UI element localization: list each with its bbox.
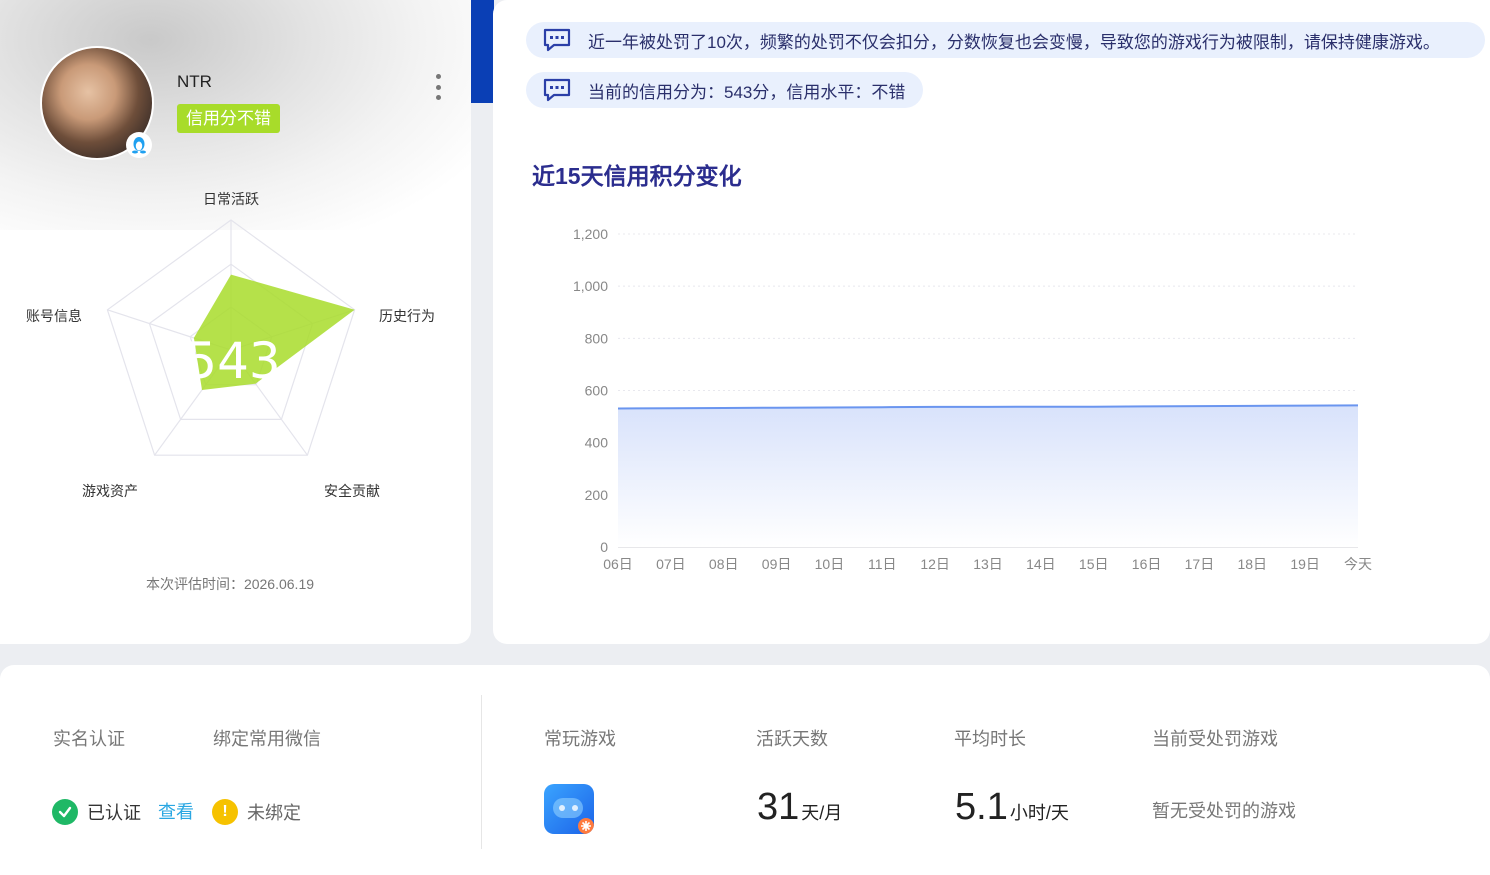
active-days-number: 31 [757, 786, 800, 828]
check-icon [52, 799, 78, 825]
avg-time-number: 5.1 [955, 786, 1008, 828]
more-dot-icon [435, 84, 441, 90]
active-days-label: 活跃天数 [756, 729, 828, 749]
more-dot-icon [435, 74, 441, 79]
more-dot-icon [435, 95, 441, 100]
y-tick-label: 1,000 [573, 278, 608, 294]
x-tick-label: 12日 [920, 556, 950, 572]
credit-level-badge: 信用分不错 [177, 104, 280, 133]
x-tick-label: 08日 [709, 556, 739, 572]
chart-title: 近15天信用积分变化 [532, 163, 742, 189]
radar-label-game-assets: 游戏资产 [82, 483, 138, 499]
message-icon [543, 78, 571, 102]
y-tick-label: 800 [585, 330, 609, 346]
y-tick-label: 600 [585, 383, 609, 399]
game-app-icon[interactable] [544, 784, 594, 834]
active-days-unit: 天/月 [801, 803, 843, 823]
credit-radar-chart: 543 日常活跃 历史行为 安全贡献 游戏资产 账号信息 [26, 191, 435, 499]
no-penalty-text: 暂无受处罚的游戏 [1152, 801, 1296, 821]
x-tick-label: 14日 [1026, 556, 1056, 572]
realname-status: 已认证 [52, 799, 141, 825]
x-tick-label: 07日 [656, 556, 686, 572]
realname-label: 实名认证 [53, 729, 125, 749]
username: NTR [177, 72, 212, 91]
credit-trend-chart: 0 200 400 600 800 1,000 1,200 06日 07日 08日 09日 10日 1… [573, 226, 1372, 572]
x-tick-label: 10日 [815, 556, 845, 572]
qq-penguin-icon [126, 132, 152, 158]
punishment-notice: 近一年被处罚了10次，频繁的处罚不仅会扣分，分数恢复也会变慢，导致您的游戏行为被… [526, 22, 1485, 58]
x-tick-label: 16日 [1132, 556, 1162, 572]
wechat-bind-label: 绑定常用微信 [213, 729, 321, 749]
account-summary-card: 实名认证 绑定常用微信 已认证 查看 ! 未绑定 常玩游戏 活跃天数 平均时长 … [0, 665, 1490, 875]
active-days-value: 31 天/月 [757, 786, 842, 829]
y-tick-label: 0 [600, 539, 608, 555]
punishment-notice-text: 近一年被处罚了10次，频繁的处罚不仅会扣分，分数恢复也会变慢，导致您的游戏行为被… [588, 32, 1440, 52]
radar-label-history: 历史行为 [379, 308, 435, 324]
radar-label-security: 安全贡献 [324, 483, 380, 499]
x-tick-label: 13日 [973, 556, 1003, 572]
verified-text: 已认证 [87, 803, 141, 823]
warning-icon: ! [212, 799, 238, 825]
y-tick-label: 200 [585, 487, 609, 503]
divider [481, 695, 482, 849]
penalty-game-label: 当前受处罚游戏 [1152, 729, 1278, 749]
x-tick-label: 18日 [1237, 556, 1267, 572]
view-realname-link[interactable]: 查看 [158, 799, 194, 825]
header-blue-strip [470, 0, 494, 103]
radar-label-daily-active: 日常活跃 [203, 191, 259, 207]
series-area [618, 405, 1358, 547]
more-options-button[interactable] [428, 72, 448, 102]
x-tick-label: 06日 [603, 556, 633, 572]
x-tick-label: 11日 [868, 556, 897, 572]
x-tick-label: 09日 [762, 556, 792, 572]
current-score-notice: 当前的信用分为：543分，信用水平：不错 [526, 72, 924, 108]
credit-trend-card: 近一年被处罚了10次，频繁的处罚不仅会扣分，分数恢复也会变慢，导致您的游戏行为被… [493, 0, 1490, 644]
avg-time-label: 平均时长 [954, 729, 1026, 749]
wechat-status: ! 未绑定 [212, 799, 301, 825]
message-icon [543, 28, 571, 52]
unbound-text: 未绑定 [247, 803, 301, 823]
x-tick-label: 19日 [1290, 556, 1320, 572]
avg-time-unit: 小时/天 [1009, 803, 1069, 823]
y-tick-label: 1,200 [573, 226, 608, 242]
x-tick-label: 17日 [1185, 556, 1215, 572]
credit-profile-card: NTR 信用分不错 543 日常活跃 历史行为 安全贡献 游戏资产 账号信息 本… [0, 0, 471, 644]
frequent-game-label: 常玩游戏 [544, 729, 616, 749]
x-tick-label: 15日 [1079, 556, 1109, 572]
x-tick-label: 今天 [1344, 556, 1372, 572]
radar-label-account: 账号信息 [26, 308, 82, 324]
current-score-notice-text: 当前的信用分为：543分，信用水平：不错 [588, 82, 906, 102]
avg-time-value: 5.1 小时/天 [955, 786, 1069, 829]
evaluation-time: 本次评估时间：2026.06.19 [145, 576, 315, 592]
credit-score-value: 543 [185, 332, 280, 390]
y-tick-label: 400 [585, 435, 609, 451]
